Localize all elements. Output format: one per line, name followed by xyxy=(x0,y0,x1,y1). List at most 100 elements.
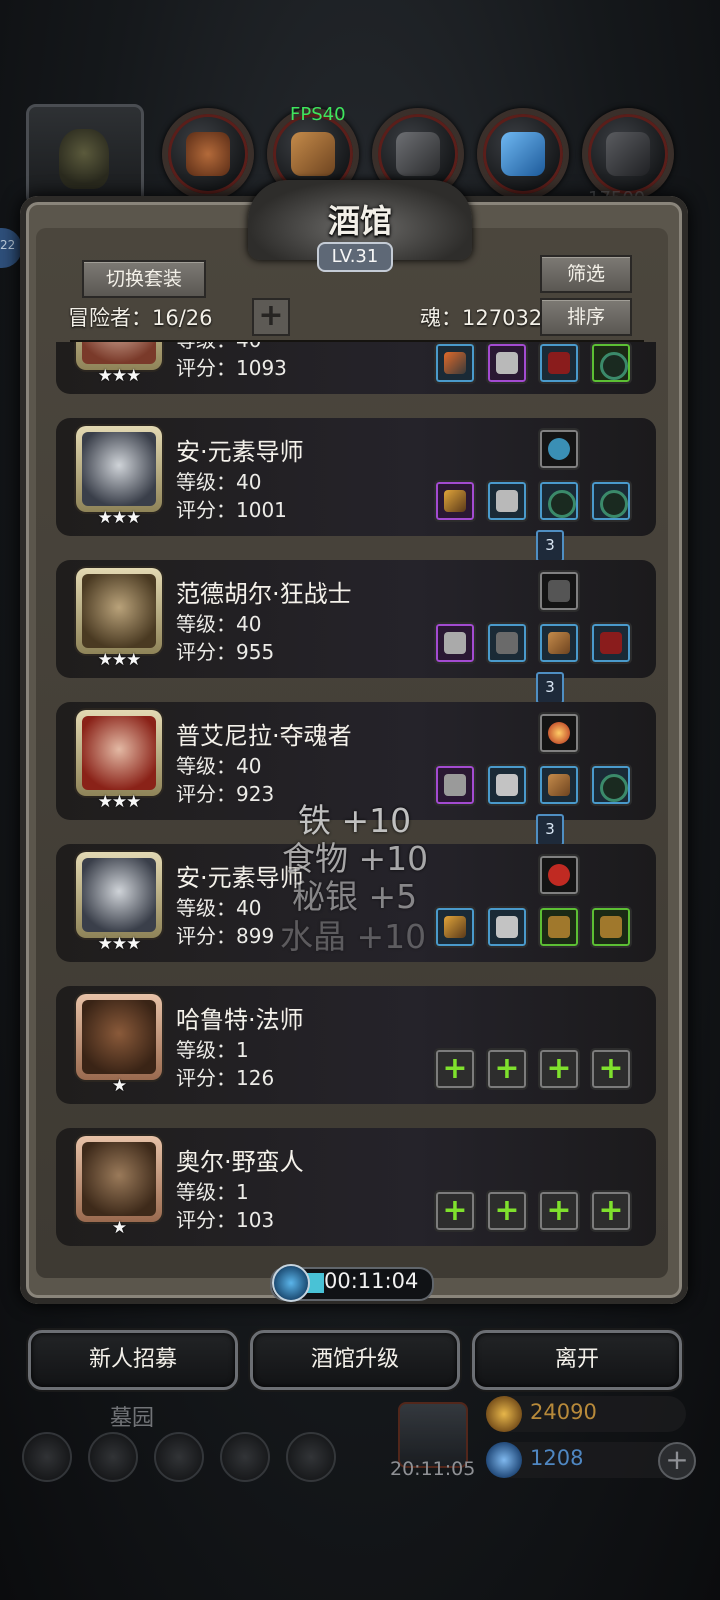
equip-slot-armor[interactable] xyxy=(486,764,528,806)
equip-slot-armor[interactable] xyxy=(486,622,528,664)
add-equipment-button[interactable]: + xyxy=(538,1048,580,1090)
game-clock: 20:11:05 xyxy=(390,1458,476,1480)
hero-stars: ★★★ xyxy=(97,366,142,386)
add-equipment-button[interactable]: + xyxy=(590,1190,632,1232)
hero-stars: ★★★ xyxy=(97,934,142,954)
hero-avatar xyxy=(76,426,162,512)
switch-outfit-button[interactable]: 切换套装 xyxy=(82,260,206,298)
equip-slot-amulet[interactable] xyxy=(538,854,580,896)
hero-name: 安·元素导师 xyxy=(176,438,304,466)
resource-meat-icon[interactable] xyxy=(162,108,254,200)
hero-avatar xyxy=(76,710,162,796)
hero-stars: ★ xyxy=(111,1218,127,1238)
hero-score: 评分：899 xyxy=(176,924,275,948)
add-equipment-button[interactable]: + xyxy=(434,1190,476,1232)
add-equipment-button[interactable]: + xyxy=(538,1190,580,1232)
resource-mithril-icon[interactable] xyxy=(582,108,674,200)
plus-icon: + xyxy=(494,1051,520,1086)
add-equipment-button[interactable]: + xyxy=(434,1048,476,1090)
hero-row[interactable]: ★★★ 范德胡尔·狂战士 等级：40 评分：955 xyxy=(56,560,656,678)
hero-score: 评分：103 xyxy=(176,1208,275,1232)
recruit-button[interactable]: 新人招募 xyxy=(28,1330,238,1390)
nav-heroes-icon[interactable] xyxy=(88,1432,138,1482)
add-equipment-button[interactable]: + xyxy=(486,1048,528,1090)
hero-stars: ★★★ xyxy=(97,508,142,528)
hero-row[interactable]: ★★★ 安·元素导师 等级：40 评分：1001 xyxy=(56,418,656,536)
player-face xyxy=(59,129,109,189)
nav-map-icon[interactable] xyxy=(154,1432,204,1482)
gem-amount: 1208 xyxy=(530,1446,584,1470)
equip-slot-accessory[interactable] xyxy=(590,622,632,664)
nav-mail-icon[interactable] xyxy=(220,1432,270,1482)
set-bonus-badge: 3 xyxy=(536,672,564,704)
plus-icon: + xyxy=(442,1193,468,1228)
hero-avatar xyxy=(76,568,162,654)
add-equipment-button[interactable]: + xyxy=(486,1190,528,1232)
equip-slot-weapon[interactable] xyxy=(434,622,476,664)
soul-count: 魂：127032 xyxy=(420,306,543,330)
upgrade-tavern-button[interactable]: 酒馆升级 xyxy=(250,1330,460,1390)
hero-avatar xyxy=(76,1136,162,1222)
gem-icon xyxy=(486,1442,522,1478)
hero-avatar xyxy=(76,852,162,938)
nav-settings-icon[interactable] xyxy=(22,1432,72,1482)
add-equipment-button[interactable]: + xyxy=(590,1048,632,1090)
equip-slot-chest[interactable] xyxy=(538,906,580,948)
tavern-title: 酒馆 xyxy=(327,202,392,240)
hero-level: 等级：1 xyxy=(176,1180,249,1204)
equip-slot-ring[interactable] xyxy=(590,764,632,806)
hero-stars: ★★★ xyxy=(97,792,142,812)
plus-icon: + xyxy=(598,1051,624,1086)
leave-button[interactable]: 离开 xyxy=(472,1330,682,1390)
hero-stars: ★ xyxy=(111,1076,127,1096)
sort-button[interactable]: 排序 xyxy=(540,298,632,336)
fps-counter: FPS40 xyxy=(290,104,346,125)
hero-name: 奥尔·野蛮人 xyxy=(176,1148,304,1176)
hero-row[interactable]: ★ 奥尔·野蛮人 等级：1 评分：103 + + + + xyxy=(56,1128,656,1246)
hero-name: 范德胡尔·狂战士 xyxy=(176,580,352,608)
equip-slot-accessory[interactable] xyxy=(538,342,580,384)
resource-crystal-icon[interactable] xyxy=(477,108,569,200)
equip-slot-scroll[interactable] xyxy=(538,622,580,664)
gold-icon xyxy=(486,1396,522,1432)
plus-icon: + xyxy=(598,1193,624,1228)
plus-icon: + xyxy=(442,1051,468,1086)
hero-level: 等级：40 xyxy=(176,754,262,778)
refresh-timer: 00:11:04 xyxy=(324,1269,419,1293)
add-adventurer-slot-button[interactable]: + xyxy=(252,298,290,336)
hero-score: 评分：1093 xyxy=(176,356,287,380)
equip-slot-weapon[interactable] xyxy=(434,342,476,384)
hero-score: 评分：126 xyxy=(176,1066,275,1090)
left-side-tab[interactable]: 22 xyxy=(0,228,22,268)
plus-icon: + xyxy=(546,1051,572,1086)
clock-icon xyxy=(272,1264,310,1302)
equip-slot-armor[interactable] xyxy=(486,906,528,948)
hero-score: 评分：923 xyxy=(176,782,275,806)
equip-slot-ring[interactable] xyxy=(590,480,632,522)
player-portrait[interactable] xyxy=(26,104,144,206)
hero-row[interactable]: ★ 哈鲁特·法师 等级：1 评分：126 + + + + xyxy=(56,986,656,1104)
equip-slot-scroll[interactable] xyxy=(538,764,580,806)
hero-avatar xyxy=(76,994,162,1080)
equip-slot-chest[interactable] xyxy=(590,906,632,948)
equip-slot-ring[interactable] xyxy=(538,480,580,522)
nav-shop-icon[interactable] xyxy=(286,1432,336,1482)
equip-slot-weapon[interactable] xyxy=(434,906,476,948)
equip-slot-armor[interactable] xyxy=(486,342,528,384)
equip-slot-weapon[interactable] xyxy=(434,480,476,522)
hero-level: 等级：40 xyxy=(176,612,262,636)
filter-button[interactable]: 筛选 xyxy=(540,255,632,293)
plus-icon: + xyxy=(546,1193,572,1228)
equip-slot-ring[interactable] xyxy=(590,342,632,384)
adventurer-count: 冒险者：16/26 xyxy=(68,306,213,330)
hero-row[interactable]: ★★★ 等级：40 评分：1093 xyxy=(56,342,656,394)
equip-slot-amulet[interactable] xyxy=(538,428,580,470)
equip-slot-weapon[interactable] xyxy=(434,764,476,806)
add-currency-button[interactable]: + xyxy=(658,1442,696,1480)
equip-slot-amulet[interactable] xyxy=(538,570,580,612)
hero-level: 等级：40 xyxy=(176,470,262,494)
reward-crystal-text: 水晶 +10 xyxy=(280,917,427,956)
equip-slot-amulet[interactable] xyxy=(538,712,580,754)
plus-icon: + xyxy=(494,1193,520,1228)
equip-slot-armor[interactable] xyxy=(486,480,528,522)
